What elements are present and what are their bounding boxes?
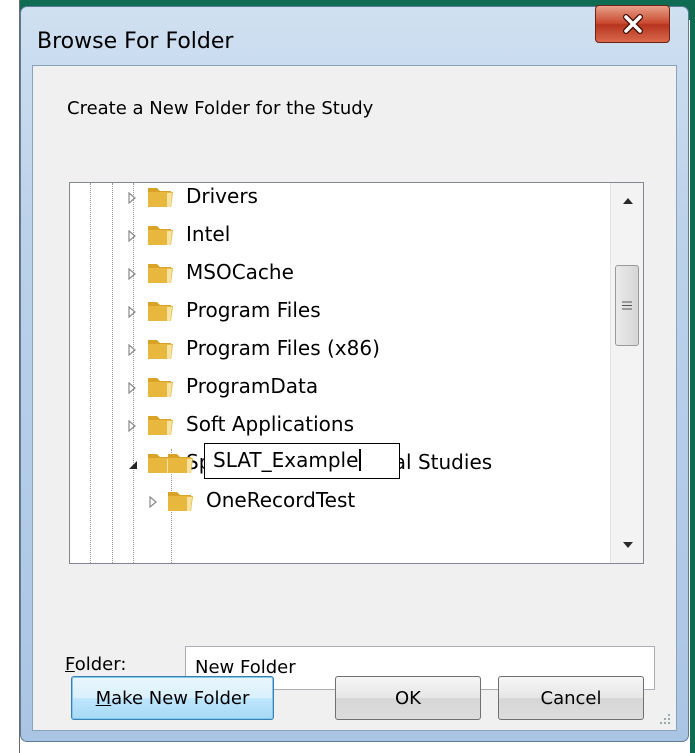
scroll-up-icon — [622, 198, 633, 204]
size-grip-icon[interactable] — [658, 712, 672, 726]
folder-icon — [146, 221, 178, 251]
tree-item-label: OneRecordTest — [206, 488, 356, 512]
tree-item[interactable]: Program Files (x86) — [70, 329, 610, 367]
ok-button[interactable]: OK — [335, 676, 481, 720]
folder-label-rest: older: — [74, 654, 127, 675]
expand-arrow-icon[interactable] — [128, 265, 136, 284]
make-new-folder-label: ake New Folder — [111, 687, 250, 709]
cancel-label: Cancel — [540, 687, 602, 709]
rename-field-text: SLAT_Example — [213, 448, 359, 472]
close-icon — [622, 14, 643, 34]
ok-label: OK — [395, 687, 421, 709]
folder-icon — [146, 297, 178, 327]
folder-label-mnemonic: F — [65, 654, 75, 675]
text-caret — [359, 449, 362, 471]
tree-item-label: Soft Applications — [186, 412, 354, 436]
scroll-down-icon — [622, 542, 633, 548]
make-new-folder-mnemonic: M — [95, 687, 112, 709]
folder-icon — [146, 373, 178, 403]
tree-item-label: Program Files — [186, 298, 321, 322]
background-strip — [0, 0, 20, 753]
folder-label: Folder: — [65, 654, 126, 675]
make-new-folder-button[interactable]: Make New Folder — [71, 676, 274, 720]
vertical-scrollbar[interactable] — [610, 183, 643, 563]
tree-item[interactable]: MSOCache — [70, 253, 610, 291]
scroll-up-button[interactable] — [611, 183, 643, 219]
expand-arrow-icon[interactable] — [128, 189, 136, 208]
tree-item-label: Program Files (x86) — [186, 336, 380, 360]
scroll-grip-icon — [622, 301, 632, 310]
tree-item[interactable]: ProgramData — [70, 367, 610, 405]
tree-item-label: Drivers — [186, 184, 258, 208]
folder-icon — [146, 183, 178, 213]
scroll-thumb[interactable] — [615, 265, 639, 346]
expand-arrow-icon[interactable] — [149, 493, 157, 512]
expand-arrow-icon[interactable] — [128, 227, 136, 246]
tree-item[interactable]: Intel — [70, 215, 610, 253]
browse-folder-dialog: Browse For Folder Create a New Folder fo… — [20, 5, 689, 742]
folder-icon — [146, 259, 178, 289]
expand-arrow-icon[interactable] — [128, 303, 136, 322]
tree-item-label: ProgramData — [186, 374, 319, 398]
dialog-prompt: Create a New Folder for the Study — [67, 98, 374, 119]
background-strip-right — [690, 0, 695, 753]
tree-item[interactable]: Soft Applications — [70, 405, 610, 443]
dialog-title: Browse For Folder — [37, 29, 234, 54]
cancel-button[interactable]: Cancel — [498, 676, 644, 720]
dialog-client-area: Create a New Folder for the Study Driver… — [32, 65, 677, 731]
tree-item-label: MSOCache — [186, 260, 294, 284]
tree-item[interactable]: Drivers — [70, 183, 610, 215]
expand-arrow-icon[interactable] — [128, 341, 136, 360]
scroll-down-button[interactable] — [611, 527, 643, 563]
tree-item-label: Intel — [186, 222, 231, 246]
close-button[interactable] — [595, 5, 670, 43]
folder-icon — [146, 411, 178, 441]
tree-item[interactable]: Program Files — [70, 291, 610, 329]
folder-tree[interactable]: Drivers Intel MSOCache Program Files Program… — [69, 182, 644, 564]
expand-arrow-icon[interactable] — [128, 417, 136, 436]
tree-item[interactable]: OneRecordTest — [70, 481, 610, 519]
folder-icon — [166, 487, 198, 517]
folder-icon — [146, 335, 178, 365]
expand-arrow-icon[interactable] — [128, 379, 136, 398]
folder-icon — [166, 449, 198, 479]
rename-field[interactable]: SLAT_Example — [204, 443, 400, 479]
